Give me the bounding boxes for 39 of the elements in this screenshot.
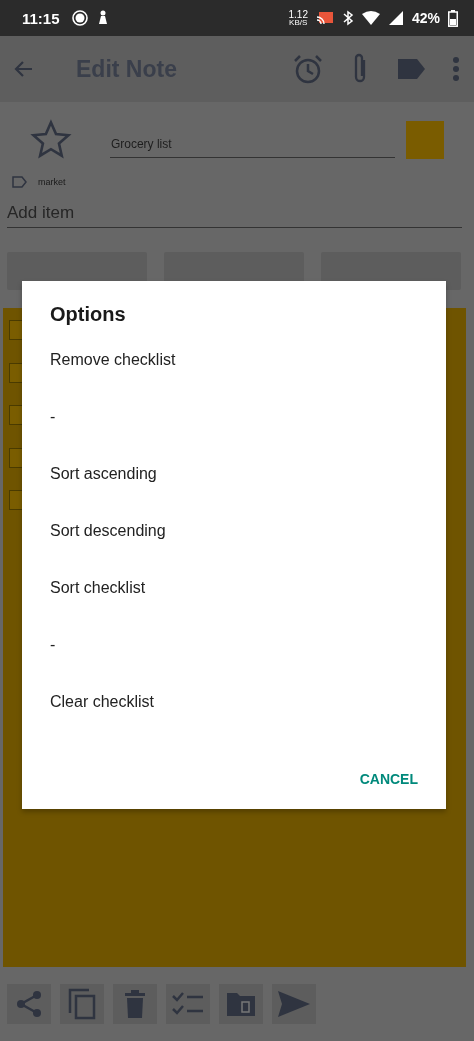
menu-item[interactable]: - bbox=[50, 400, 418, 457]
clock: 11:15 bbox=[22, 9, 60, 27]
star-icon[interactable] bbox=[30, 119, 72, 161]
battery-percent: 42% bbox=[411, 10, 440, 26]
menu-item[interactable]: Sort ascending bbox=[50, 457, 418, 514]
share-icon bbox=[14, 989, 44, 1019]
share-button[interactable] bbox=[7, 984, 51, 1024]
cast-icon bbox=[315, 11, 334, 25]
record-icon bbox=[71, 10, 88, 26]
bluetooth-icon bbox=[341, 10, 354, 26]
checklist-icon bbox=[171, 991, 205, 1017]
add-item-field[interactable]: Add item bbox=[7, 198, 462, 228]
cancel-button[interactable]: CANCEL bbox=[359, 765, 418, 793]
alarm-clock-icon[interactable] bbox=[292, 53, 324, 85]
speed-unit: KB/S bbox=[289, 18, 308, 27]
copy-button[interactable] bbox=[60, 984, 104, 1024]
menu-item[interactable]: Sort checklist bbox=[50, 571, 418, 628]
network-speed: 1.12 bbox=[288, 9, 308, 19]
color-swatch[interactable] bbox=[406, 121, 444, 159]
send-button[interactable] bbox=[272, 984, 316, 1024]
menu-item[interactable]: Sort descending bbox=[50, 514, 418, 571]
signal-icon bbox=[387, 10, 404, 26]
delete-button[interactable] bbox=[113, 984, 157, 1024]
label-icon[interactable] bbox=[396, 58, 426, 80]
menu-item[interactable]: - bbox=[50, 628, 418, 685]
copy-icon bbox=[67, 987, 97, 1021]
menu-item[interactable]: Remove checklist bbox=[50, 343, 418, 400]
trash-icon bbox=[123, 989, 147, 1019]
menu-item[interactable]: Clear checklist bbox=[50, 685, 418, 742]
checklist-button[interactable] bbox=[166, 984, 210, 1024]
tag-label: market bbox=[38, 177, 66, 187]
wifi-icon bbox=[361, 11, 380, 25]
more-menu-icon[interactable] bbox=[452, 56, 460, 82]
folder-button[interactable] bbox=[219, 984, 263, 1024]
battery-icon bbox=[448, 9, 458, 27]
send-icon bbox=[277, 990, 311, 1018]
tag-icon bbox=[12, 176, 28, 188]
folder-icon bbox=[226, 991, 256, 1017]
dialog-title: Options bbox=[50, 303, 127, 327]
